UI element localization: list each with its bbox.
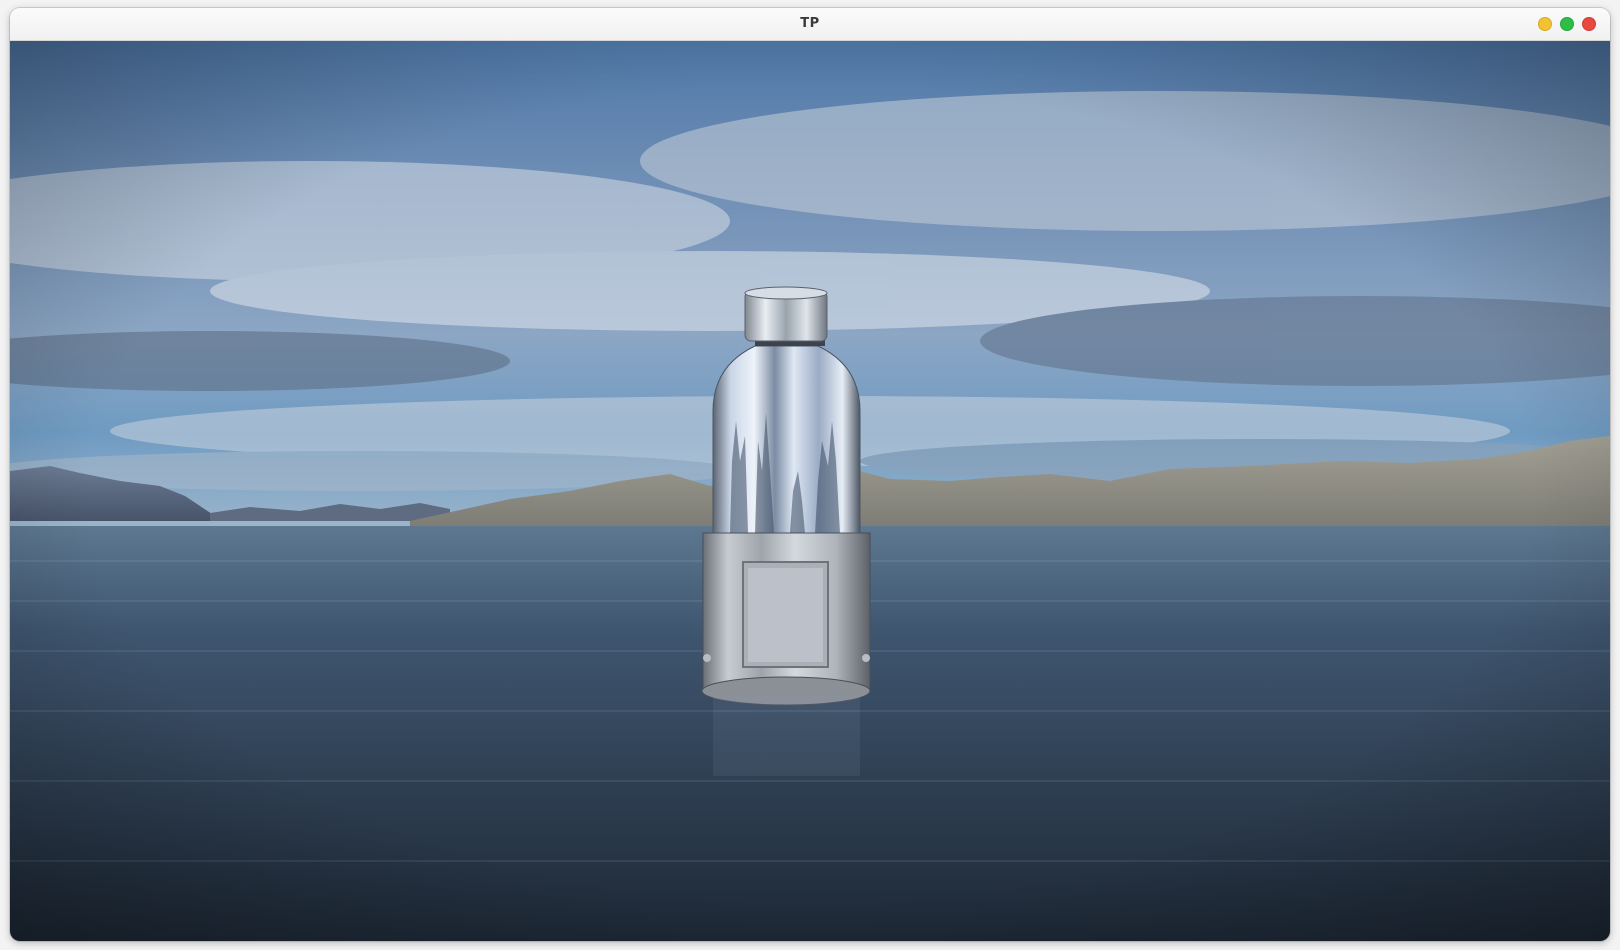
close-button[interactable] — [1582, 17, 1596, 31]
window-controls — [1538, 17, 1596, 31]
maximize-button[interactable] — [1560, 17, 1574, 31]
minimize-button[interactable] — [1538, 17, 1552, 31]
window-title: TP — [800, 16, 820, 31]
render-viewport[interactable] — [10, 41, 1610, 941]
title-bar[interactable]: TP — [10, 8, 1610, 41]
app-window: TP — [10, 8, 1610, 941]
scene-canvas[interactable] — [10, 41, 1610, 941]
vignette — [10, 41, 1610, 941]
